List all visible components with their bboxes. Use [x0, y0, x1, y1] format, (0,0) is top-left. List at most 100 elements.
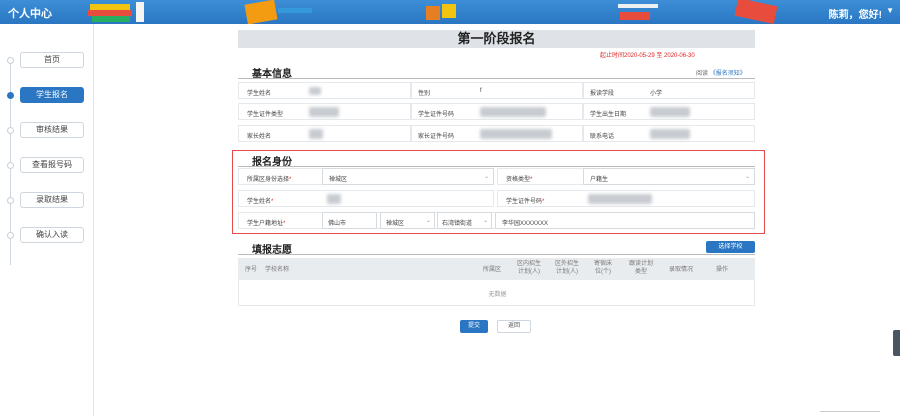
sidebar-item-view-number[interactable]: 查看报号码: [20, 157, 84, 173]
field-label: 家长证件号码: [418, 134, 455, 140]
corner-decoration: [820, 411, 880, 416]
notice-link[interactable]: 《报名须知》: [710, 71, 746, 77]
field-parent-id: 家长证件号码: [411, 125, 583, 142]
section-divider: [238, 254, 755, 255]
redacted-value: [588, 194, 652, 204]
header-title: 个人中心: [8, 8, 52, 20]
field-label: 学生出生日期: [590, 112, 627, 118]
timeline-dot: [7, 162, 14, 169]
timeline-dot-active: [7, 92, 14, 99]
col-plan-type: 跟读计划类型: [628, 261, 653, 275]
required-mark: *: [530, 177, 533, 183]
col-seq: 序号: [244, 267, 257, 273]
redacted-value: [480, 129, 552, 139]
field-label: 家长姓名: [247, 134, 272, 140]
col-district: 所属区: [482, 267, 501, 273]
required-mark: *: [271, 199, 274, 205]
empty-state-text: 无数据: [488, 292, 507, 298]
gender-value: f: [480, 88, 482, 94]
required-mark: *: [542, 199, 545, 205]
street-value: 石湾镇街道: [442, 221, 473, 227]
district-label: 所属区身份选择: [247, 177, 290, 183]
col-admission: 录取情况: [668, 267, 693, 273]
timeline-dot: [7, 232, 14, 239]
required-mark: *: [283, 221, 286, 227]
field-school-stage: 报读学段 小学: [583, 82, 755, 99]
redacted-value: [309, 107, 339, 117]
floating-side-tab[interactable]: [893, 330, 900, 356]
qualification-select[interactable]: 户籍生 ⌄: [583, 168, 755, 185]
col-out-district-plan: 区外招生计划(人): [554, 261, 579, 275]
books-illustration: [88, 2, 144, 22]
district-value: 禅城区: [329, 177, 348, 183]
section-divider: [238, 166, 755, 167]
field-id-type: 学生证件类型: [238, 103, 411, 120]
timeline-dot: [7, 57, 14, 64]
redacted-value: [480, 107, 546, 117]
address-value: 李华园XXXXXXX: [502, 221, 549, 227]
chevron-down-icon[interactable]: ▼: [886, 6, 894, 15]
area-value: 禅城区: [386, 221, 405, 227]
district-select[interactable]: 禅城区 ⌄: [322, 168, 494, 185]
redacted-value: [309, 87, 321, 95]
area-select[interactable]: 禅城区 ⌄: [380, 212, 435, 229]
back-button[interactable]: 返回: [497, 320, 531, 333]
chevron-down-icon: ⌄: [483, 174, 489, 180]
sidebar-item-registration[interactable]: 学生报名: [20, 87, 84, 103]
field-label: 报读学段: [590, 91, 615, 97]
required-mark: *: [289, 177, 292, 183]
col-operation: 操作: [715, 267, 728, 273]
timeline-dot: [7, 127, 14, 134]
qualification-label: 资格类型: [506, 177, 531, 183]
field-student-id-2: 学生证件号码*: [497, 190, 755, 207]
pencil-book-illustration: [244, 0, 312, 24]
field-student-name: 学生姓名: [238, 82, 411, 99]
stationery-illustration: [618, 4, 658, 20]
redacted-value: [327, 194, 341, 204]
chevron-down-icon: ⌄: [425, 218, 431, 224]
field-label: 学生姓名: [247, 91, 272, 97]
field-gender: 性别 f: [411, 82, 583, 99]
student-name-label: 学生姓名: [247, 199, 272, 205]
field-id-number: 学生证件号码: [411, 103, 583, 120]
deadline-text: 起止时间2020-05-29 至 2020-06-30: [600, 53, 695, 59]
field-label: 联系电话: [590, 134, 615, 140]
street-select[interactable]: 石湾镇街道 ⌄: [437, 212, 492, 229]
field-phone: 联系电话: [583, 125, 755, 142]
redacted-value: [309, 129, 323, 139]
timeline-dot: [7, 197, 14, 204]
read-prefix: 阅读: [696, 71, 709, 77]
page-title: 第一阶段报名: [238, 30, 755, 48]
col-school-name: 学校名称: [264, 267, 289, 273]
qualification-value: 户籍生: [590, 177, 609, 183]
field-label: 学生户籍地址*: [247, 218, 285, 227]
user-greeting[interactable]: 陈莉，您好!: [829, 6, 882, 21]
section-divider: [238, 78, 755, 79]
sidebar-item-home[interactable]: 首页: [20, 52, 84, 68]
field-student-name-2: 学生姓名*: [238, 190, 494, 207]
sidebar-item-admission-result[interactable]: 录取结果: [20, 192, 84, 208]
field-label: 所属区身份选择*: [247, 174, 291, 183]
preference-table-header: 序号 学校名称 所属区 区内招生计划(人) 区外招生计划(人) 寄宿床位(个) …: [238, 258, 755, 280]
field-label: 资格类型*: [506, 174, 532, 183]
select-school-button[interactable]: 选择学校: [706, 241, 755, 253]
read-notice: 阅读 《报名须知》: [696, 68, 746, 77]
student-id-label: 学生证件号码: [506, 199, 543, 205]
school-stage-value: 小学: [650, 91, 663, 97]
col-boarding: 寄宿床位(个): [593, 261, 612, 275]
field-label: 学生证件号码*: [506, 196, 544, 205]
redacted-value: [650, 107, 690, 117]
redacted-value: [650, 129, 690, 139]
field-birth-date: 学生出生日期: [583, 103, 755, 120]
field-label: 性别: [418, 91, 431, 97]
sidebar-item-confirm-enrollment[interactable]: 确认入读: [20, 227, 84, 243]
submit-button[interactable]: 提交: [460, 320, 488, 333]
abc-blocks-illustration: [426, 4, 456, 20]
address-input[interactable]: 李华园XXXXXXX: [495, 212, 755, 229]
field-label: 学生姓名*: [247, 196, 273, 205]
city-select[interactable]: 佛山市: [322, 212, 377, 229]
sidebar-item-review-result[interactable]: 审核结果: [20, 122, 84, 138]
chevron-down-icon: ⌄: [482, 218, 488, 224]
field-label: 学生证件类型: [247, 112, 284, 118]
ruler-illustration: [734, 0, 778, 24]
